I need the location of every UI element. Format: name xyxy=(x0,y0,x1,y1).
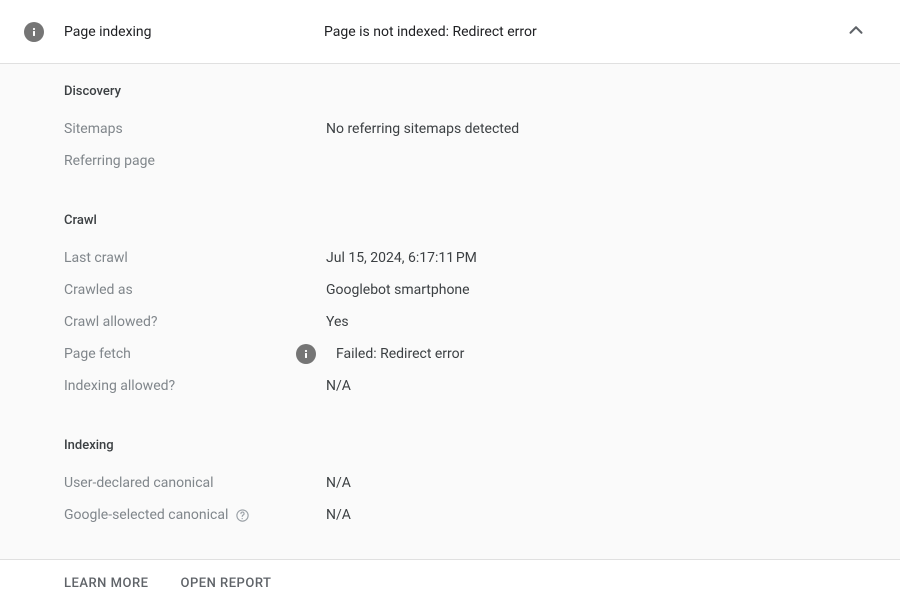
row-value: Googlebot smartphone xyxy=(326,282,470,298)
panel-title: Page indexing xyxy=(64,24,324,40)
row-crawled-as: Crawled as Googlebot smartphone xyxy=(64,274,876,306)
section-heading-discovery: Discovery xyxy=(64,84,876,99)
row-crawl-allowed: Crawl allowed? Yes xyxy=(64,306,876,338)
row-google-canonical: Google-selected canonical N/A xyxy=(64,499,876,531)
row-label: Crawled as xyxy=(64,282,326,298)
row-label: Google-selected canonical xyxy=(64,507,326,523)
row-value: Yes xyxy=(326,314,349,330)
row-label: Sitemaps xyxy=(64,121,326,137)
row-indexing-allowed: Indexing allowed? N/A xyxy=(64,370,876,402)
row-label: Indexing allowed? xyxy=(64,378,326,394)
google-canonical-label-text: Google-selected canonical xyxy=(64,507,228,523)
row-label: Page fetch xyxy=(64,346,326,362)
row-value: No referring sitemaps detected xyxy=(326,121,519,137)
info-icon[interactable] xyxy=(296,344,316,364)
row-sitemaps: Sitemaps No referring sitemaps detected xyxy=(64,113,876,145)
row-label: Crawl allowed? xyxy=(64,314,326,330)
row-value: Jul 15, 2024, 6:17:11 PM xyxy=(326,250,477,266)
page-fetch-value: Failed: Redirect error xyxy=(336,346,464,362)
learn-more-link[interactable]: Learn more xyxy=(64,576,148,591)
row-label: User-declared canonical xyxy=(64,475,326,491)
row-value: N/A xyxy=(326,378,351,394)
page-indexing-panel: Page indexing Page is not indexed: Redir… xyxy=(0,0,900,607)
collapse-button[interactable] xyxy=(836,12,876,52)
row-referring-page: Referring page xyxy=(64,145,876,177)
row-last-crawl: Last crawl Jul 15, 2024, 6:17:11 PM xyxy=(64,242,876,274)
row-user-canonical: User-declared canonical N/A xyxy=(64,467,876,499)
row-value: N/A xyxy=(326,507,351,523)
chevron-up-icon xyxy=(845,19,867,45)
section-heading-indexing: Indexing xyxy=(64,438,876,453)
panel-footer: Learn more Open report xyxy=(0,559,900,607)
row-value: N/A xyxy=(326,475,351,491)
row-value: Failed: Redirect error xyxy=(326,344,464,364)
row-page-fetch: Page fetch Failed: Redirect error xyxy=(64,338,876,370)
panel-status-text: Page is not indexed: Redirect error xyxy=(324,24,836,40)
help-icon[interactable] xyxy=(234,507,250,523)
row-label: Referring page xyxy=(64,153,326,169)
panel-body: Discovery Sitemaps No referring sitemaps… xyxy=(0,64,900,559)
row-label: Last crawl xyxy=(64,250,326,266)
panel-header[interactable]: Page indexing Page is not indexed: Redir… xyxy=(0,0,900,64)
section-heading-crawl: Crawl xyxy=(64,213,876,228)
open-report-link[interactable]: Open report xyxy=(180,576,271,591)
info-icon xyxy=(24,22,44,42)
